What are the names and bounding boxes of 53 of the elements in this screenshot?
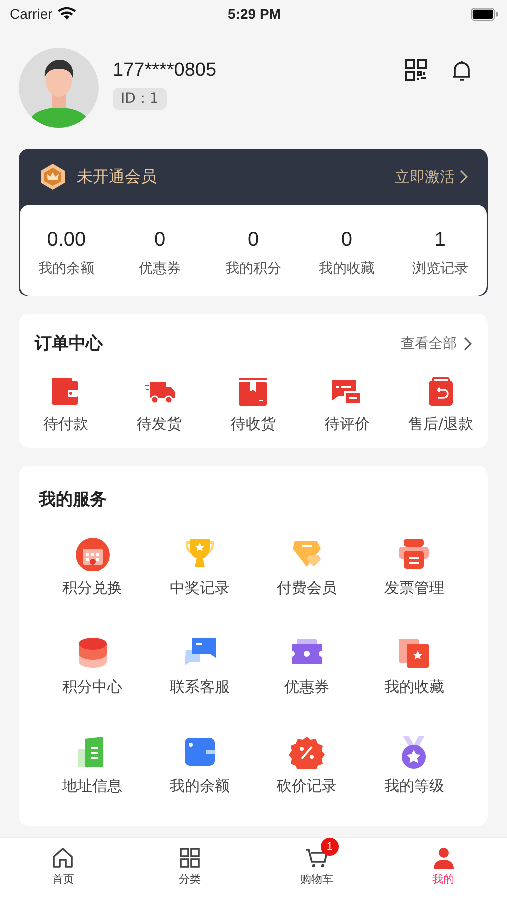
stat-value: 0	[248, 229, 260, 252]
shopping-cart-icon	[304, 846, 329, 870]
stat-value: 0	[341, 229, 352, 252]
package-box-icon	[237, 377, 270, 407]
stat-label[interactable]: 优惠券	[139, 260, 182, 278]
clock-time: 5:29 PM	[228, 6, 281, 22]
order-status-label[interactable]: 待付款	[43, 415, 88, 434]
stat-value: 1	[434, 229, 446, 252]
stat-label[interactable]: 我的余额	[38, 260, 95, 278]
tab-bar-item[interactable]: 1 购物车	[254, 838, 380, 900]
person-icon	[432, 846, 456, 870]
service-label[interactable]: 积分兑换	[62, 579, 123, 598]
stat-label[interactable]: 浏览记录	[412, 260, 468, 278]
service-label[interactable]: 发票管理	[384, 579, 444, 598]
stat-label[interactable]: 我的收藏	[318, 260, 375, 278]
chevron-right-icon	[460, 170, 468, 184]
wifi-icon	[58, 7, 76, 21]
section-title: 订单中心	[35, 333, 103, 355]
service-label[interactable]: 我的收藏	[384, 678, 444, 697]
tab-bar-item[interactable]: 分类	[126, 838, 254, 900]
phone-number: 177****0805	[113, 60, 217, 82]
order-status-label[interactable]: 待发货	[137, 415, 182, 434]
home-icon	[51, 846, 76, 870]
membership-status: 未开通会员	[77, 166, 157, 188]
stat-value: 0.00	[47, 229, 86, 252]
order-status-label[interactable]: 待评价	[324, 415, 370, 434]
service-label[interactable]: 优惠券	[284, 678, 330, 697]
cart-count-badge: 1	[320, 838, 339, 856]
discount-badge-icon	[289, 735, 326, 769]
chevron-right-icon	[464, 336, 472, 350]
service-label[interactable]: 积分中心	[62, 678, 123, 697]
stat-value: 0	[154, 229, 166, 252]
order-status-label[interactable]: 售后/退款	[408, 415, 474, 434]
service-label[interactable]: 我的等级	[384, 777, 444, 796]
grid-icon	[178, 846, 202, 870]
carrier-label: Carrier	[10, 6, 53, 22]
activate-link[interactable]: 立即激活	[395, 168, 468, 186]
service-label[interactable]: 我的余额	[170, 777, 230, 796]
qr-code-button[interactable]	[404, 58, 428, 84]
battery-icon	[470, 8, 499, 20]
service-label[interactable]: 付费会员	[277, 579, 338, 598]
user-id-badge: ID：1	[113, 88, 167, 110]
stat-label[interactable]: 我的积分	[226, 260, 282, 278]
tab-bar-item[interactable]: 首页	[0, 838, 127, 900]
service-label[interactable]: 砍价记录	[277, 777, 338, 796]
section-title: 我的服务	[39, 489, 108, 511]
avatar-icon	[19, 48, 99, 128]
crown-badge-icon	[39, 163, 67, 191]
order-status-label[interactable]: 待收货	[230, 415, 276, 434]
view-all-link[interactable]: 查看全部	[401, 334, 472, 352]
service-label[interactable]: 地址信息	[62, 777, 123, 796]
service-label[interactable]: 联系客服	[170, 678, 230, 697]
service-label[interactable]: 中奖记录	[170, 579, 230, 598]
